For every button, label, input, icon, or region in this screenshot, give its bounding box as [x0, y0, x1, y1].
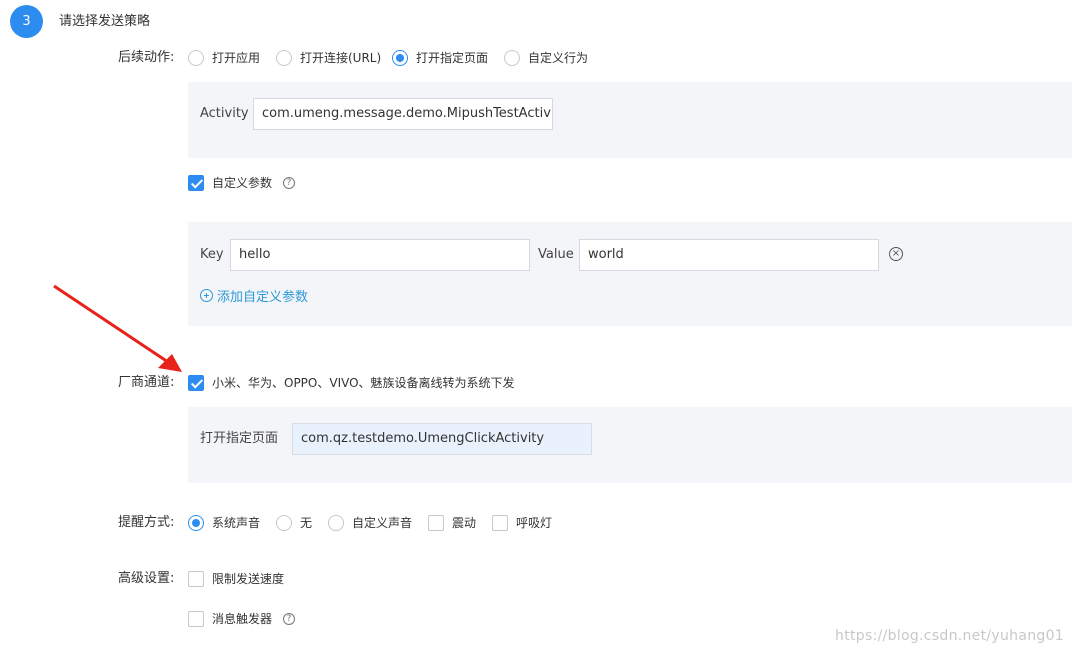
key-input[interactable]: hello — [230, 239, 530, 271]
message-trigger-checkbox[interactable]: 消息触发器 ? — [188, 611, 296, 627]
radio-open-page[interactable]: 打开指定页面 — [392, 50, 488, 66]
radio-icon[interactable] — [188, 515, 204, 531]
activity-panel: Activity com.umeng.message.demo.MipushTe… — [188, 82, 1072, 158]
checkbox-breathing-light[interactable]: 呼吸灯 — [492, 515, 552, 531]
radio-label: 打开连接(URL) — [300, 51, 382, 65]
custom-params-label: 自定义参数 — [212, 176, 273, 190]
red-arrow-annotation — [53, 284, 182, 372]
radio-icon[interactable] — [328, 515, 344, 531]
radio-label: 无 — [300, 516, 313, 530]
radio-icon[interactable] — [504, 50, 520, 66]
value-label: Value — [538, 247, 574, 262]
add-circle-icon — [200, 289, 213, 302]
radio-label: 自定义声音 — [352, 516, 413, 530]
remove-param-icon[interactable]: × — [889, 247, 903, 261]
arrow-shaft — [53, 284, 169, 364]
radio-custom-action[interactable]: 自定义行为 — [504, 50, 588, 66]
radio-custom-sound[interactable]: 自定义声音 — [328, 515, 412, 531]
radio-label: 打开指定页面 — [416, 51, 489, 65]
vendor-channel-label: 厂商通道: — [118, 375, 175, 390]
help-icon[interactable]: ? — [283, 177, 296, 189]
radio-label: 自定义行为 — [528, 51, 589, 65]
add-custom-param-label: 添加自定义参数 — [217, 290, 309, 305]
activity-input[interactable]: com.umeng.message.demo.MipushTestActivit… — [253, 98, 553, 130]
checkbox-icon[interactable] — [188, 175, 204, 191]
radio-open-url[interactable]: 打开连接(URL) — [276, 50, 381, 66]
watermark: https://blog.csdn.net/yuhang01 — [835, 628, 1064, 644]
radio-icon[interactable] — [392, 50, 408, 66]
vendor-channel-checkbox-label: 小米、华为、OPPO、VIVO、魅族设备离线转为系统下发 — [212, 376, 515, 390]
radio-icon[interactable] — [276, 50, 292, 66]
vendor-page-input[interactable]: com.qz.testdemo.UmengClickActivity — [292, 423, 592, 455]
radio-label: 系统声音 — [212, 516, 261, 530]
radio-none[interactable]: 无 — [276, 515, 312, 531]
activity-label: Activity — [200, 106, 249, 121]
checkbox-label: 震动 — [452, 516, 477, 530]
reminder-label: 提醒方式: — [118, 515, 175, 530]
checkbox-label: 呼吸灯 — [516, 516, 553, 530]
vendor-channel-checkbox[interactable]: 小米、华为、OPPO、VIVO、魅族设备离线转为系统下发 — [188, 375, 515, 391]
checkbox-icon[interactable] — [188, 571, 204, 587]
advanced-label: 高级设置: — [118, 571, 175, 586]
key-label: Key — [200, 247, 224, 262]
checkbox-icon[interactable] — [188, 611, 204, 627]
value-input[interactable]: world — [579, 239, 879, 271]
custom-params-checkbox[interactable]: 自定义参数 ? — [188, 175, 296, 191]
checkbox-icon[interactable] — [428, 515, 444, 531]
radio-label: 打开应用 — [212, 51, 261, 65]
step-title: 请选择发送策略 — [59, 14, 151, 29]
vendor-page-label: 打开指定页面 — [200, 431, 279, 446]
radio-icon[interactable] — [276, 515, 292, 531]
message-trigger-label: 消息触发器 — [212, 612, 273, 626]
checkbox-vibrate[interactable]: 震动 — [428, 515, 476, 531]
custom-params-panel: Key hello Value world × 添加自定义参数 — [188, 222, 1072, 326]
help-icon[interactable]: ? — [283, 613, 296, 625]
vendor-page-panel: 打开指定页面 com.qz.testdemo.UmengClickActivit… — [188, 407, 1072, 483]
radio-open-app[interactable]: 打开应用 — [188, 50, 260, 66]
checkbox-icon[interactable] — [188, 375, 204, 391]
radio-system-sound[interactable]: 系统声音 — [188, 515, 260, 531]
follow-up-label: 后续动作: — [118, 50, 175, 65]
checkbox-icon[interactable] — [492, 515, 508, 531]
limit-speed-label: 限制发送速度 — [212, 572, 285, 586]
add-custom-param-link[interactable]: 添加自定义参数 — [200, 286, 308, 305]
limit-speed-checkbox[interactable]: 限制发送速度 — [188, 571, 284, 587]
radio-icon[interactable] — [188, 50, 204, 66]
step-number-badge: 3 — [10, 5, 43, 38]
